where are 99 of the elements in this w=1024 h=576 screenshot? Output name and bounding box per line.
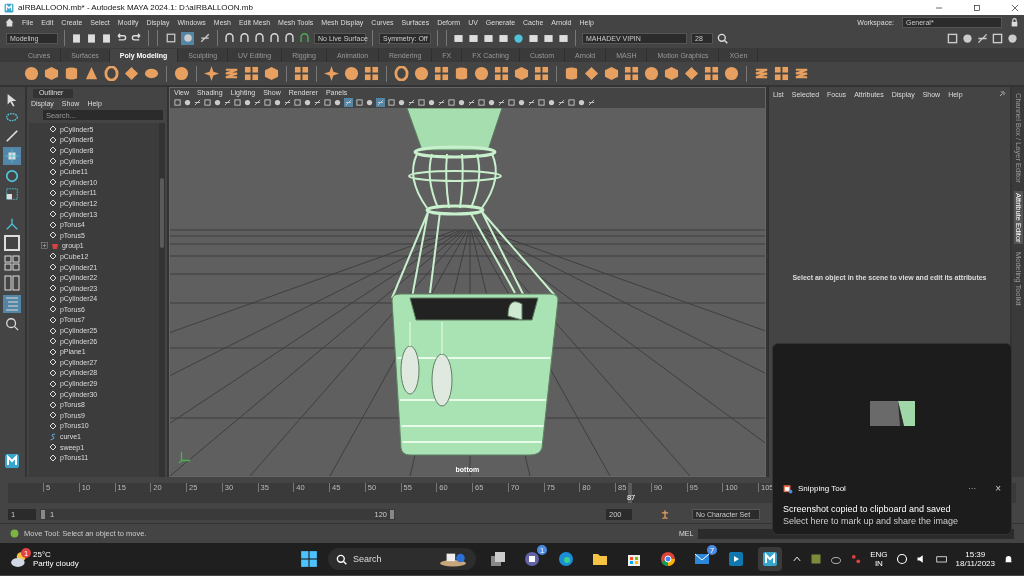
snap-icon[interactable] <box>299 32 310 44</box>
clock-date[interactable]: 18/11/2023 <box>955 559 995 568</box>
torus-icon[interactable] <box>104 66 119 81</box>
paint-brush-icon[interactable] <box>5 129 20 143</box>
lock-icon[interactable] <box>1010 18 1019 27</box>
grid-icon[interactable] <box>624 66 639 81</box>
sphere-icon[interactable] <box>414 66 429 81</box>
sphere-icon[interactable] <box>644 66 659 81</box>
app-name: Snipping Tool <box>798 484 847 493</box>
sphere-icon[interactable] <box>724 66 739 81</box>
weather-condition: Partly cloudy <box>33 559 79 568</box>
cone-icon[interactable] <box>84 66 99 81</box>
helix-icon[interactable] <box>754 66 769 81</box>
viewport-tool-icon[interactable] <box>407 99 415 106</box>
globe-icon[interactable] <box>895 553 908 565</box>
close-button[interactable]: × <box>995 483 1001 494</box>
grid-icon[interactable] <box>494 66 509 81</box>
star-icon[interactable] <box>324 66 339 81</box>
two-pane-icon[interactable] <box>4 275 21 291</box>
viewport-tool-icon[interactable] <box>283 99 291 106</box>
grid-icon[interactable] <box>774 66 789 81</box>
torus-icon[interactable] <box>394 66 409 81</box>
undo-icon[interactable] <box>116 32 127 44</box>
rotate-icon[interactable] <box>5 169 20 183</box>
viewport-tool-icon[interactable] <box>467 99 475 106</box>
maximize-icon[interactable] <box>972 2 982 13</box>
tray-app-icon[interactable] <box>850 553 863 565</box>
disc-icon[interactable] <box>144 66 159 81</box>
input-language[interactable]: ENG <box>870 550 888 559</box>
cube-icon[interactable] <box>664 66 679 81</box>
more-button[interactable]: ··· <box>968 484 977 493</box>
scrollbar[interactable] <box>158 123 165 477</box>
cube-icon[interactable] <box>44 66 59 81</box>
viewport-tool-icon[interactable] <box>437 99 445 106</box>
viewport-tool-icon[interactable] <box>313 99 321 106</box>
viewport-tool-icon[interactable] <box>527 99 535 106</box>
home-icon[interactable] <box>5 18 14 27</box>
group-icon <box>50 241 59 250</box>
app-logo-icon[interactable] <box>4 453 21 469</box>
notification-body[interactable]: Select here to mark up and share the image <box>783 516 1001 526</box>
cylinder-icon[interactable] <box>64 66 79 81</box>
viewport-tool-icon[interactable] <box>557 99 565 106</box>
cube-icon[interactable] <box>604 66 619 81</box>
grid-icon[interactable] <box>434 66 449 81</box>
plane-icon[interactable] <box>124 66 139 81</box>
cube-icon[interactable] <box>514 66 529 81</box>
cloud-sun-icon <box>10 550 28 568</box>
grid-icon[interactable] <box>534 66 549 81</box>
notification-title: Screenshot copied to clipboard and saved <box>783 504 952 514</box>
scale-icon[interactable] <box>5 187 20 201</box>
character-icon[interactable] <box>660 509 670 519</box>
viewport-tool-icon[interactable] <box>253 99 261 106</box>
cylinder-icon[interactable] <box>454 66 469 81</box>
clock-time[interactable]: 15:39 <box>965 550 986 559</box>
grid-icon[interactable] <box>704 66 719 81</box>
chevron-up-icon[interactable] <box>792 554 803 564</box>
input-region[interactable]: IN <box>874 559 883 568</box>
notification-toast[interactable]: Snipping Tool ··· × Screenshot copied to clipboard and saved Select here to mark up and share the image <box>772 343 1012 535</box>
snipping-tool-icon <box>783 483 793 494</box>
windows-start-icon[interactable] <box>300 550 318 568</box>
move-icon[interactable] <box>5 149 20 163</box>
range-end-handle[interactable] <box>390 509 394 519</box>
close-icon[interactable] <box>1010 2 1020 13</box>
sphere-icon[interactable] <box>174 66 189 81</box>
battery-icon[interactable] <box>935 553 948 565</box>
search-field[interactable]: Search <box>328 548 476 570</box>
search-icon[interactable] <box>717 32 728 44</box>
window-title: aIRBALLOON.mb* - Autodesk MAYA 2024.1: D:\aIRBALLOON.mb <box>18 3 254 12</box>
grid-icon[interactable] <box>364 66 379 81</box>
viewport-tool-icon[interactable] <box>587 99 595 106</box>
search-icon[interactable] <box>5 317 20 331</box>
sphere-icon[interactable] <box>24 66 39 81</box>
helix-icon[interactable] <box>794 66 809 81</box>
axis-icon <box>177 450 192 464</box>
expand-icon[interactable] <box>40 242 48 250</box>
curve-icon <box>48 432 57 441</box>
cylinder-icon[interactable] <box>564 66 579 81</box>
grid-icon[interactable] <box>244 66 259 81</box>
temperature: 25°C <box>33 550 52 559</box>
cube-icon[interactable] <box>264 66 279 81</box>
select-mode-icon[interactable] <box>165 33 176 43</box>
plane-icon[interactable] <box>684 66 699 81</box>
redo-icon[interactable] <box>131 32 142 44</box>
viewport-tool-icon[interactable] <box>193 99 201 106</box>
single-pane-icon[interactable] <box>4 235 21 251</box>
helix-icon[interactable] <box>224 66 239 81</box>
pivot-icon[interactable] <box>5 217 20 231</box>
star-icon[interactable] <box>204 66 219 81</box>
sphere-icon[interactable] <box>344 66 359 81</box>
tray-app-icon[interactable] <box>810 553 823 565</box>
plane-icon[interactable] <box>584 66 599 81</box>
grid-icon[interactable] <box>294 66 309 81</box>
sphere-icon[interactable] <box>474 66 489 81</box>
bell-icon[interactable] <box>1003 553 1014 565</box>
four-pane-icon[interactable] <box>4 255 21 271</box>
viewport-tool-icon[interactable] <box>223 99 231 106</box>
search-icon <box>336 553 347 565</box>
select-mode-icon[interactable] <box>199 33 210 43</box>
viewport-tool-icon[interactable] <box>497 99 505 106</box>
